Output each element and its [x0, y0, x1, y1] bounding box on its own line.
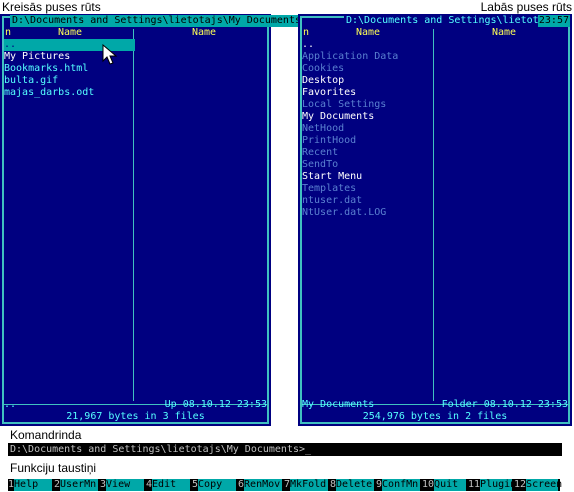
right-status-info: Folder 08.10.12 23:53 — [441, 399, 568, 410]
fkey-screen[interactable]: 12Screen — [514, 479, 563, 491]
right-col1-header[interactable]: Name — [356, 27, 380, 38]
right-file-item[interactable]: PrintHood — [302, 135, 433, 147]
fkey-label: View — [106, 479, 145, 491]
fkey-quit[interactable]: 10Quit — [422, 479, 468, 491]
right-panel-caption: Labās puses rūts — [480, 0, 572, 14]
fkey-label: ConfMn — [382, 479, 421, 491]
left-file-item[interactable]: majas_darbs.odt — [4, 87, 135, 99]
left-panel-path: D:\Documents and Settings\lietotajs\My D… — [10, 15, 303, 27]
left-panel[interactable]: D:\Documents and Settings\lietotajs\My D… — [0, 14, 303, 426]
right-summary-text: 254,976 bytes in 2 files — [360, 411, 510, 422]
right-summary: 254,976 bytes in 2 files — [298, 411, 572, 423]
left-summary-text: 21,967 bytes in 3 files — [64, 411, 207, 422]
right-file-item[interactable]: SendTo — [302, 159, 433, 171]
right-panel-path: D:\Documents and Settings\lietotajs — [344, 15, 559, 27]
right-status-line: My Documents Folder 08.10.12 23:53 — [302, 399, 568, 411]
left-panel-caption: Kreisās puses rūts — [2, 0, 101, 14]
right-file-item[interactable]: Desktop — [302, 75, 433, 87]
right-file-list[interactable]: .. Application Data Cookies Desktop Favorite… — [302, 39, 433, 219]
right-col-n: n — [303, 27, 310, 38]
fkey-label: Edit — [152, 479, 191, 491]
right-file-item[interactable]: Recent — [302, 147, 433, 159]
right-file-item[interactable]: Application Data — [302, 51, 433, 63]
fkey-delete[interactable]: 8Delete — [330, 479, 376, 491]
right-file-item[interactable]: Favorites — [302, 87, 433, 99]
left-file-item[interactable]: bulta.gif — [4, 75, 135, 87]
fkey-number: 11 — [468, 479, 481, 490]
command-line-input[interactable]: D:\Documents and Settings\lietotajs\My D… — [8, 443, 562, 456]
right-file-item[interactable]: Start Menu — [302, 171, 433, 183]
fkey-edit[interactable]: 4Edit — [146, 479, 192, 491]
right-file-item[interactable]: Local Settings — [302, 99, 433, 111]
function-keys-caption: Funkciju taustiņi — [10, 461, 97, 475]
right-col2-header[interactable]: Name — [492, 27, 516, 38]
right-column-divider — [433, 29, 434, 401]
mouse-pointer-icon — [102, 44, 118, 65]
fkey-renmov[interactable]: 6RenMov — [238, 479, 284, 491]
right-file-item[interactable]: Cookies — [302, 63, 433, 75]
fkey-usermn[interactable]: 2UserMn — [54, 479, 100, 491]
left-col2-header[interactable]: Name — [192, 27, 216, 38]
right-panel-clock: 23:57 — [537, 15, 570, 27]
fkey-view[interactable]: 3View — [100, 479, 146, 491]
left-status-line: .. Up 08.10.12 23:53 — [4, 399, 267, 411]
fkey-label: Help — [14, 479, 53, 491]
right-file-item[interactable]: ntuser.dat — [302, 195, 433, 207]
fkey-number: 10 — [422, 479, 435, 490]
right-file-item[interactable]: NetHood — [302, 123, 433, 135]
fkey-help[interactable]: 1Help — [8, 479, 54, 491]
left-summary: 21,967 bytes in 3 files — [0, 411, 271, 423]
left-col1-header[interactable]: Name — [58, 27, 82, 38]
right-file-item[interactable]: My Documents — [302, 111, 433, 123]
right-panel[interactable]: D:\Documents and Settings\lietotajs 23:5… — [298, 14, 572, 426]
left-status-name: .. — [4, 399, 17, 410]
fkey-label: Screen — [526, 479, 563, 491]
fkey-label: Delete — [336, 479, 375, 491]
fkey-label: Copy — [198, 479, 237, 491]
fkey-mkfold[interactable]: 7MkFold — [284, 479, 330, 491]
command-line-caption: Komandrinda — [10, 428, 82, 442]
fkey-label: Quit — [434, 479, 467, 491]
function-key-bar: 1Help 2UserMn 3View 4Edit 5Copy 6RenMov 7MkFol… — [8, 479, 563, 491]
right-status-name: My Documents — [302, 399, 375, 410]
right-file-item[interactable]: Templates — [302, 183, 433, 195]
fkey-plugin[interactable]: 11Plugin — [468, 479, 517, 491]
fkey-label: Plugin — [480, 479, 517, 491]
fkey-label: UserMn — [60, 479, 99, 491]
right-file-item[interactable]: .. — [302, 39, 433, 51]
fkey-confmn[interactable]: 9ConfMn — [376, 479, 422, 491]
fkey-number: 12 — [514, 479, 527, 490]
left-status-info: Up 08.10.12 23:53 — [164, 399, 267, 410]
right-file-item[interactable]: NtUser.dat.LOG — [302, 207, 433, 219]
fkey-label: MkFold — [290, 479, 329, 491]
fkey-copy[interactable]: 5Copy — [192, 479, 238, 491]
left-col-n: n — [5, 27, 12, 38]
fkey-label: RenMov — [244, 479, 283, 491]
